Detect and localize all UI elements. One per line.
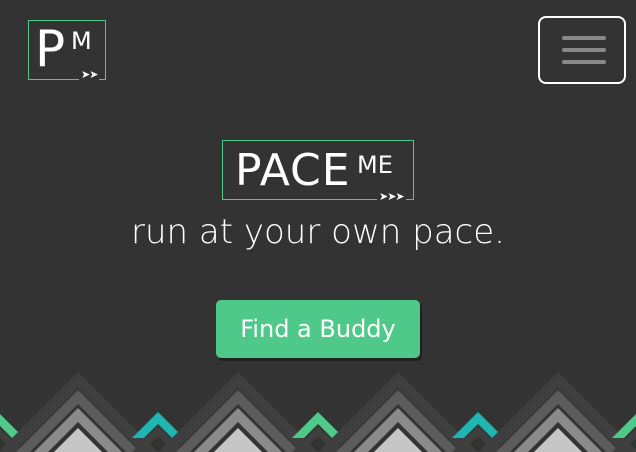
- hero-arrows-icon: ➤➤➤: [377, 190, 406, 203]
- hero-logo: PACE ME ➤➤➤: [222, 140, 414, 203]
- hero-logo-sup: ME: [357, 151, 393, 179]
- tagline: run at your own pace.: [131, 212, 505, 252]
- pattern-chevron: [0, 372, 2, 452]
- logo-arrows-icon: ➤➤: [79, 68, 100, 81]
- find-buddy-button[interactable]: Find a Buddy: [216, 300, 420, 358]
- menu-button[interactable]: [538, 16, 626, 84]
- brand-logo[interactable]: P M ➤➤: [28, 20, 106, 81]
- logo-letter-m: M: [71, 27, 92, 55]
- hero-logo-text: PACE: [235, 145, 351, 196]
- logo-letter-p: P: [35, 20, 66, 78]
- chevron-pattern-decoration: [0, 372, 636, 452]
